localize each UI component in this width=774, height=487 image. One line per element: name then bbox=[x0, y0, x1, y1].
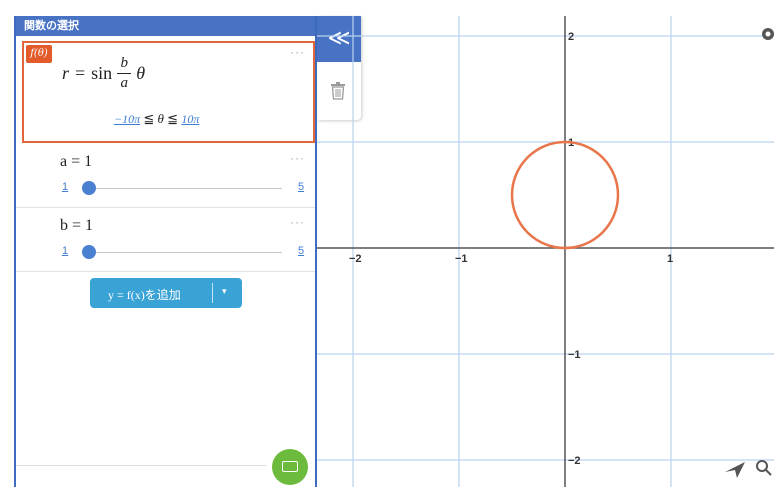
param-b-slider-knob[interactable] bbox=[82, 245, 96, 259]
y-tick-label: −2 bbox=[568, 455, 581, 467]
param-b-min[interactable]: 1 bbox=[62, 245, 68, 257]
range-le-2: ≦ bbox=[167, 111, 179, 126]
equation-lhs: r bbox=[62, 63, 70, 83]
zoom-search-icon[interactable] bbox=[756, 460, 772, 476]
param-b-name[interactable]: b = 1 bbox=[60, 217, 93, 235]
y-tick-label: 2 bbox=[568, 31, 574, 43]
x-tick-label: −2 bbox=[349, 253, 362, 265]
function-more-menu[interactable]: ··· bbox=[290, 45, 305, 59]
add-function-label: y = f(x)を追加 bbox=[108, 288, 181, 302]
fraction-numerator: b bbox=[120, 55, 128, 71]
function-card[interactable]: f(θ) ··· r = sin b a θ −10π ≦ θ ≦ 10π bbox=[22, 41, 315, 143]
fraction-denominator: a bbox=[120, 75, 128, 91]
x-tick-label: 1 bbox=[667, 253, 673, 265]
x-tick-label: −1 bbox=[455, 253, 468, 265]
equation-fraction: b a bbox=[117, 55, 132, 92]
param-a-slider-track[interactable] bbox=[82, 188, 282, 189]
function-type-badge[interactable]: f(θ) bbox=[26, 45, 52, 63]
y-tick-label: −1 bbox=[568, 349, 581, 361]
function-equation[interactable]: r = sin b a θ bbox=[62, 55, 145, 92]
param-b-more-menu[interactable]: ··· bbox=[290, 215, 305, 229]
keyboard-icon bbox=[282, 461, 298, 472]
param-b-row: b = 1 ··· 1 5 bbox=[16, 207, 315, 272]
param-a-name[interactable]: a = 1 bbox=[60, 153, 92, 171]
equation-variable: θ bbox=[136, 63, 146, 83]
range-max[interactable]: 10π bbox=[181, 112, 199, 126]
add-function-button[interactable]: y = f(x)を追加 ▾ bbox=[90, 278, 242, 308]
param-a-slider-knob[interactable] bbox=[82, 181, 96, 195]
graph-canvas[interactable]: −2 −1 121−1−2 bbox=[317, 16, 774, 487]
keyboard-button[interactable] bbox=[272, 449, 308, 485]
param-a-max[interactable]: 5 bbox=[298, 181, 304, 193]
param-a-more-menu[interactable]: ··· bbox=[290, 151, 305, 165]
domain-range: −10π ≦ θ ≦ 10π bbox=[114, 111, 199, 127]
add-function-dropdown-icon[interactable]: ▾ bbox=[222, 286, 227, 297]
equation-func: sin bbox=[91, 63, 113, 83]
range-min[interactable]: −10π bbox=[114, 112, 140, 126]
settings-gear-icon[interactable] bbox=[762, 28, 774, 40]
param-a-min[interactable]: 1 bbox=[62, 181, 68, 193]
panel-title: 関数の選択 bbox=[16, 16, 315, 36]
range-var: θ bbox=[157, 111, 164, 126]
param-b-slider-track[interactable] bbox=[82, 252, 282, 253]
range-le-1: ≦ bbox=[143, 111, 155, 126]
param-b-max[interactable]: 5 bbox=[298, 245, 304, 257]
param-a-row: a = 1 ··· 1 5 bbox=[16, 143, 315, 208]
navigate-arrow-icon[interactable] bbox=[725, 462, 745, 478]
function-panel: 関数の選択 f(θ) ··· r = sin b a θ −10π ≦ θ ≦ … bbox=[14, 16, 317, 487]
